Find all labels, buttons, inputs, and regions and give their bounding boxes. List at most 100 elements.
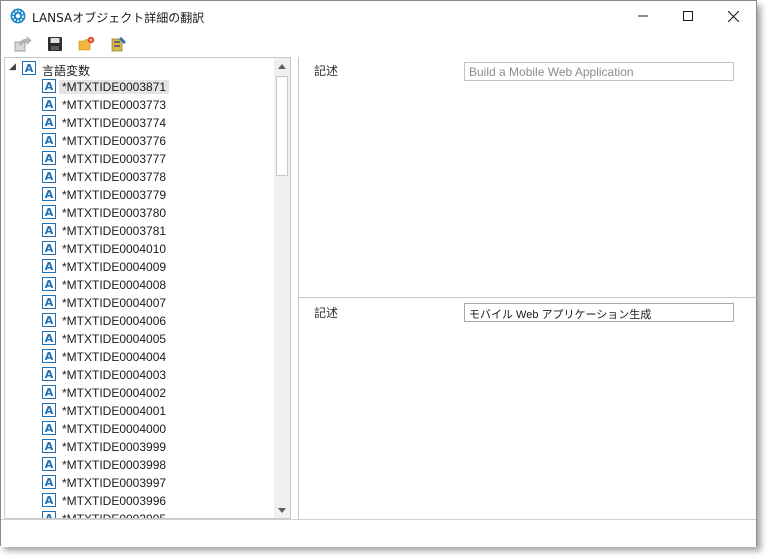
tree-item[interactable]: A *MTXTIDE0004006 (5, 312, 275, 330)
tree-item[interactable]: A *MTXTIDE0003777 (5, 150, 275, 168)
tree-item[interactable]: A *MTXTIDE0004007 (5, 294, 275, 312)
tree-item[interactable]: A *MTXTIDE0004008 (5, 276, 275, 294)
language-variable-icon: A (42, 241, 56, 255)
svg-text:A: A (45, 206, 54, 219)
tree-item[interactable]: A *MTXTIDE0003780 (5, 204, 275, 222)
tree-item-label: *MTXTIDE0003871 (59, 80, 170, 94)
key-edit-button[interactable] (109, 34, 129, 54)
tree-item[interactable]: A *MTXTIDE0004005 (5, 330, 275, 348)
tree-item[interactable]: A *MTXTIDE0003778 (5, 168, 275, 186)
tree-item-label: *MTXTIDE0003774 (62, 116, 167, 130)
language-variable-icon: A (42, 169, 56, 183)
target-description-field[interactable]: モバイル Web アプリケーション生成 (464, 303, 734, 322)
language-variable-icon: A (42, 133, 56, 147)
key-edit-icon (111, 37, 126, 52)
tree-item[interactable]: A *MTXTIDE0003998 (5, 456, 275, 474)
svg-text:A: A (45, 494, 54, 507)
svg-text:A: A (45, 350, 54, 363)
tree-item[interactable]: A *MTXTIDE0004010 (5, 240, 275, 258)
save-button[interactable] (45, 34, 65, 54)
tree-item[interactable]: A *MTXTIDE0003999 (5, 438, 275, 456)
language-variable-icon: A (42, 493, 56, 507)
language-variable-icon: A (42, 331, 56, 345)
translation-panel: 記述 Build a Mobile Web Application 記述 モバイ… (298, 57, 757, 519)
svg-text:A: A (45, 404, 54, 417)
language-variable-icon: A (42, 205, 56, 219)
close-icon (728, 10, 739, 22)
tree-item[interactable]: A *MTXTIDE0004004 (5, 348, 275, 366)
language-variable-icon: A (42, 79, 56, 93)
language-variable-icon: A (22, 61, 36, 75)
minimize-icon (637, 15, 648, 17)
language-variable-icon: A (42, 367, 56, 381)
minimize-button[interactable] (620, 1, 665, 31)
tree-item[interactable]: A *MTXTIDE0004001 (5, 402, 275, 420)
tree-item-label: *MTXTIDE0003773 (62, 98, 167, 112)
svg-text:A: A (45, 134, 54, 147)
language-variable-icon: A (42, 457, 56, 471)
svg-text:A: A (45, 80, 54, 93)
export-button[interactable] (13, 34, 33, 54)
maximize-icon (682, 11, 693, 21)
svg-text:A: A (45, 422, 54, 435)
tree-item[interactable]: A *MTXTIDE0003996 (5, 492, 275, 510)
tree-item-label: *MTXTIDE0004008 (62, 278, 167, 292)
tree-item-label: *MTXTIDE0004001 (62, 404, 167, 418)
tree-item-label: *MTXTIDE0003778 (62, 170, 167, 184)
tree-item-label: *MTXTIDE0003996 (62, 494, 167, 508)
language-variable-icon: A (42, 115, 56, 129)
scroll-up-icon[interactable] (274, 58, 290, 74)
close-button[interactable] (711, 1, 756, 31)
tree-item-label: *MTXTIDE0003995 (62, 512, 167, 519)
tree-item[interactable]: A *MTXTIDE0003779 (5, 186, 275, 204)
forward-export-icon (14, 36, 32, 52)
tree-item[interactable]: A *MTXTIDE0003774 (5, 114, 275, 132)
svg-text:A: A (45, 98, 54, 111)
tree-item[interactable]: A *MTXTIDE0004002 (5, 384, 275, 402)
language-variable-icon: A (42, 187, 56, 201)
tree-item[interactable]: A *MTXTIDE0003781 (5, 222, 275, 240)
tree-item[interactable]: A *MTXTIDE0003871 (5, 78, 275, 96)
svg-text:A: A (45, 170, 54, 183)
svg-text:A: A (45, 458, 54, 471)
svg-text:A: A (45, 260, 54, 273)
panel-divider (299, 297, 757, 298)
title-bar: LANSAオブジェクト詳細の翻訳 (1, 1, 756, 31)
tree-item[interactable]: A *MTXTIDE0004009 (5, 258, 275, 276)
tree-root-node[interactable]: ◢ A 言語変数 (5, 60, 275, 78)
open-folder-button[interactable] (77, 34, 97, 54)
tree-item-label: *MTXTIDE0004010 (62, 242, 167, 256)
tree-scrollbar[interactable] (274, 58, 290, 518)
svg-text:A: A (45, 278, 54, 291)
scroll-down-icon[interactable] (274, 502, 290, 518)
svg-text:A: A (45, 296, 54, 309)
tree-item[interactable]: A *MTXTIDE0004000 (5, 420, 275, 438)
language-variable-icon: A (42, 277, 56, 291)
tree-item-label: *MTXTIDE0004000 (62, 422, 167, 436)
tree-item-label: *MTXTIDE0004005 (62, 332, 167, 346)
language-variable-icon: A (42, 439, 56, 453)
scroll-thumb[interactable] (276, 76, 288, 176)
window-title: LANSAオブジェクト詳細の翻訳 (32, 11, 205, 25)
tree-item-label: *MTXTIDE0003779 (62, 188, 167, 202)
language-variable-icon: A (42, 349, 56, 363)
tree-item-label: *MTXTIDE0004007 (62, 296, 167, 310)
source-description-label: 記述 (314, 64, 339, 78)
svg-text:A: A (45, 188, 54, 201)
tree-item[interactable]: A *MTXTIDE0003995 (5, 510, 275, 519)
tree-item-label: *MTXTIDE0004009 (62, 260, 167, 274)
tree-item[interactable]: A *MTXTIDE0003773 (5, 96, 275, 114)
collapse-arrow-icon[interactable]: ◢ (9, 62, 16, 72)
tree-item[interactable]: A *MTXTIDE0004003 (5, 366, 275, 384)
svg-text:A: A (45, 152, 54, 165)
maximize-button[interactable] (665, 1, 710, 31)
language-variable-icon: A (42, 511, 56, 518)
gear-app-icon (10, 8, 26, 24)
tree-item-label: *MTXTIDE0003777 (62, 152, 167, 166)
tree-item[interactable]: A *MTXTIDE0003776 (5, 132, 275, 150)
tree-item[interactable]: A *MTXTIDE0003997 (5, 474, 275, 492)
language-variable-icon: A (42, 223, 56, 237)
tree-item-label: *MTXTIDE0003780 (62, 206, 167, 220)
tree-item-label: *MTXTIDE0003997 (62, 476, 167, 490)
svg-text:A: A (45, 368, 54, 381)
